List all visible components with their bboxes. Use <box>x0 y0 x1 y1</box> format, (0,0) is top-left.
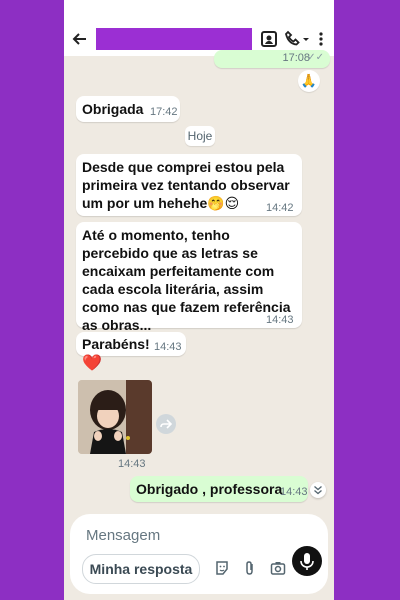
message-input-box[interactable]: Mensagem Minha resposta <box>70 514 328 594</box>
message-text: Parabéns! <box>82 336 150 352</box>
double-chevron-down-icon <box>314 486 322 495</box>
message-time: 14:43 <box>266 314 294 326</box>
date-chip: Hoje <box>185 126 215 146</box>
forward-button[interactable] <box>156 414 176 434</box>
sticker-time: 14:43 <box>118 458 146 470</box>
reaction-badge[interactable]: 🙏 <box>298 70 320 92</box>
message-time: 14:43 <box>280 486 308 498</box>
message-text: Obrigado , professora <box>136 481 283 497</box>
read-check-icon: ✓✓ <box>307 52 324 63</box>
message-text: Desde que comprei estou pela primeira ve… <box>82 159 290 211</box>
message-time: 17:08 <box>282 52 310 64</box>
contact-card-icon[interactable] <box>260 30 278 48</box>
chat-header <box>64 0 334 56</box>
message-input-placeholder[interactable]: Mensagem <box>86 527 160 544</box>
quick-reply-chip[interactable]: Minha resposta <box>82 554 200 584</box>
mic-button[interactable] <box>292 546 322 576</box>
arrow-left-icon <box>72 33 86 45</box>
message-outgoing-prev[interactable]: 17:08 ✓✓ <box>214 50 330 68</box>
contact-name[interactable] <box>96 28 252 50</box>
camera-icon[interactable] <box>270 560 286 576</box>
message-incoming[interactable]: Parabéns! 14:43 <box>76 332 186 356</box>
phone-screen: 17:08 ✓✓ 🙏 Obrigada 17:42 Hoje Desde que… <box>64 0 334 600</box>
more-vertical-icon[interactable] <box>318 30 324 48</box>
message-text: Obrigada <box>82 101 144 117</box>
message-time: 14:43 <box>154 341 182 353</box>
forward-icon <box>160 419 173 429</box>
sticker-child-image <box>78 380 152 454</box>
message-time: 17:42 <box>150 106 178 118</box>
heart-emoji-message[interactable]: ❤️ <box>82 354 102 374</box>
back-button[interactable] <box>72 31 88 47</box>
message-incoming[interactable]: Obrigada 17:42 <box>76 96 180 122</box>
mic-icon <box>300 553 314 570</box>
message-outgoing[interactable]: Obrigado , professora 14:43 <box>130 476 308 502</box>
scroll-down-button[interactable] <box>310 482 326 498</box>
message-text: Até o momento, tenho percebido que as le… <box>82 227 291 333</box>
chat-area[interactable]: 17:08 ✓✓ 🙏 Obrigada 17:42 Hoje Desde que… <box>64 50 334 508</box>
message-time: 14:42 <box>266 202 294 214</box>
composer: Mensagem Minha resposta <box>64 508 334 600</box>
phone-icon[interactable] <box>284 30 302 48</box>
sticker-icon[interactable] <box>214 560 230 576</box>
paperclip-icon[interactable] <box>242 560 258 576</box>
sticker-image[interactable] <box>78 380 152 454</box>
chevron-down-icon[interactable] <box>302 30 310 48</box>
message-incoming[interactable]: Até o momento, tenho percebido que as le… <box>76 222 302 333</box>
message-incoming[interactable]: Desde que comprei estou pela primeira ve… <box>76 154 302 216</box>
